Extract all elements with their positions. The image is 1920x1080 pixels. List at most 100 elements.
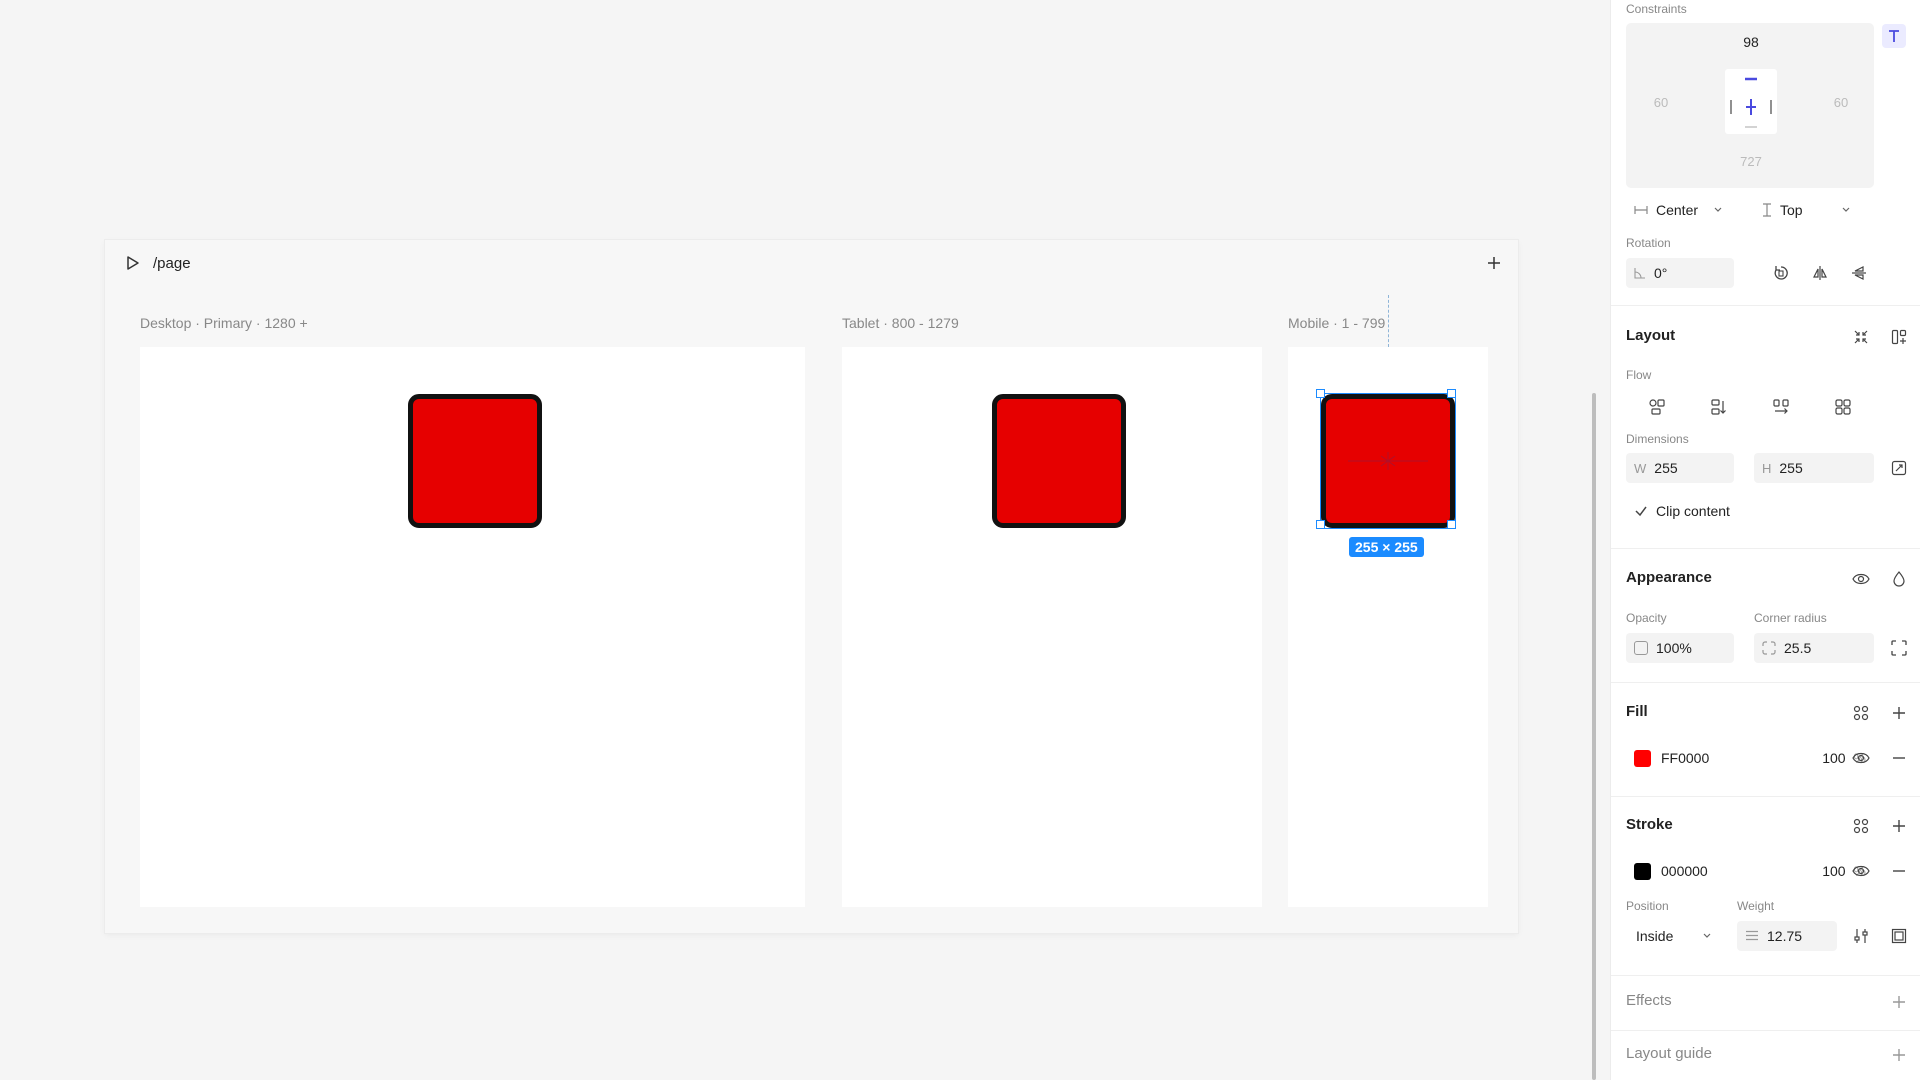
clip-content-checkbox[interactable]: Clip content [1626,503,1730,519]
constraint-top-value[interactable]: 98 [1731,34,1771,50]
width-prefix: W [1634,460,1647,476]
constraint-right-value[interactable]: 60 [1821,95,1861,110]
text-constraint-icon[interactable] [1882,24,1906,48]
stroke-opacity-value[interactable]: 100 [1822,863,1845,879]
add-fill-icon[interactable] [1887,701,1911,725]
breakpoint-desktop[interactable] [140,347,805,907]
add-breakpoint-icon[interactable] [1482,251,1506,275]
red-square-tablet[interactable] [992,394,1126,528]
stroke-color-swatch[interactable] [1634,862,1651,880]
divider [1611,305,1920,306]
breakpoint-mobile[interactable]: 255 × 255 [1288,295,1488,907]
page-frame[interactable]: /page Desktop · Primary · 1280 + Tablet … [105,240,1518,933]
stroke-weight-input[interactable]: 12.75 [1737,921,1837,951]
canvas-scrollbar[interactable] [1592,393,1596,1080]
stroke-visibility-eye-icon[interactable] [1849,859,1873,883]
fill-color-swatch[interactable] [1634,749,1651,767]
vertical-constraint-select[interactable]: Top [1754,195,1858,225]
page-header: /page [105,240,1518,286]
red-square-mobile[interactable] [1321,394,1455,528]
dimension-badge: 255 × 255 [1349,537,1424,557]
collapse-layout-icon[interactable] [1849,325,1873,349]
blend-mode-drop-icon[interactable] [1887,567,1911,591]
resize-to-fit-icon[interactable] [1887,456,1911,480]
opacity-label: Opacity [1626,611,1667,625]
divider [1611,1030,1920,1031]
flow-freeform-icon[interactable] [1626,392,1688,422]
opacity-checkbox-icon [1634,641,1648,655]
effects-title: Effects [1626,992,1672,1009]
fill-styles-icon[interactable] [1849,701,1873,725]
corner-radius-icon [1762,641,1776,655]
resize-handle-bl[interactable] [1316,520,1325,529]
layout-options-icon[interactable] [1887,325,1911,349]
constraints-title: Constraints [1626,2,1687,16]
layout-title: Layout [1626,327,1676,344]
rotation-input[interactable]: 0° [1626,258,1734,288]
stroke-styles-icon[interactable] [1849,814,1873,838]
constraint-inner-box [1725,69,1777,134]
rotate-icon[interactable] [1769,261,1793,285]
stroke-weight-value: 12.75 [1767,928,1803,944]
breakpoint-label-mobile[interactable]: Mobile · 1 - 799 [1288,315,1385,331]
stroke-weight-label: Weight [1737,899,1775,913]
resize-handle-tr[interactable] [1447,389,1456,398]
height-input[interactable]: H 255 [1754,453,1874,483]
constraint-left-value[interactable]: 60 [1641,95,1681,110]
play-icon[interactable] [121,251,145,275]
horizontal-constraint-select[interactable]: Center [1626,195,1730,225]
angle-icon [1634,268,1645,279]
stroke-position-select[interactable]: Inside [1626,921,1719,951]
check-icon [1635,506,1647,517]
flow-vertical-icon[interactable] [1688,392,1750,422]
center-crosshair-icon [1348,452,1428,470]
flip-horizontal-icon[interactable] [1808,261,1832,285]
vertical-constraint-value: Top [1780,202,1803,218]
breakpoint-label-desktop[interactable]: Desktop · Primary · 1280 + [140,315,308,331]
stroke-weight-icon [1746,930,1758,941]
flip-vertical-icon[interactable] [1847,261,1871,285]
fill-color-row[interactable]: FF0000 100 % [1626,743,1874,773]
chevron-down-icon [1703,933,1711,938]
design-canvas[interactable]: /page Desktop · Primary · 1280 + Tablet … [0,0,1596,1080]
remove-stroke-icon[interactable] [1887,859,1911,883]
vertical-constraint-icon [1763,203,1771,217]
breakpoint-tablet[interactable] [842,347,1262,907]
width-value: 255 [1654,460,1678,476]
fill-visibility-eye-icon[interactable] [1849,746,1873,770]
stroke-hex-value[interactable]: 000000 [1661,863,1708,879]
flow-grid-icon[interactable] [1812,392,1874,422]
properties-panel: Constraints 98 60 60 727 Center Top Rota… [1610,0,1920,1080]
add-stroke-icon[interactable] [1887,814,1911,838]
chevron-down-icon [1842,207,1850,212]
resize-handle-tl[interactable] [1316,389,1325,398]
stroke-settings-icon[interactable] [1849,924,1873,948]
opacity-input[interactable]: 100% [1626,633,1734,663]
stroke-color-row[interactable]: 000000 100 % [1626,856,1874,886]
rotation-value: 0° [1654,265,1668,281]
constraints-widget[interactable]: 98 60 60 727 [1626,23,1874,188]
independent-corners-icon[interactable] [1887,636,1911,660]
constraint-guide-line [1388,295,1389,347]
remove-fill-icon[interactable] [1887,746,1911,770]
fill-opacity-value[interactable]: 100 [1822,750,1845,766]
breakpoint-label-tablet[interactable]: Tablet · 800 - 1279 [842,315,959,331]
stroke-position-value: Inside [1636,928,1674,944]
red-square-desktop[interactable] [408,394,542,528]
add-effect-icon[interactable] [1887,990,1911,1014]
width-input[interactable]: W 255 [1626,453,1734,483]
stroke-sides-icon[interactable] [1887,924,1911,948]
visibility-eye-icon[interactable] [1849,567,1873,591]
constraint-bottom-value[interactable]: 727 [1731,154,1771,169]
corner-radius-input[interactable]: 25.5 [1754,633,1874,663]
resize-handle-br[interactable] [1447,520,1456,529]
page-path[interactable]: /page [153,255,191,272]
horizontal-constraint-value: Center [1656,202,1699,218]
fill-hex-value[interactable]: FF0000 [1661,750,1709,766]
add-layout-guide-icon[interactable] [1887,1043,1911,1067]
height-value: 255 [1779,460,1803,476]
divider [1611,796,1920,797]
stroke-position-label: Position [1626,899,1669,913]
opacity-value: 100% [1656,640,1692,656]
flow-horizontal-icon[interactable] [1750,392,1812,422]
